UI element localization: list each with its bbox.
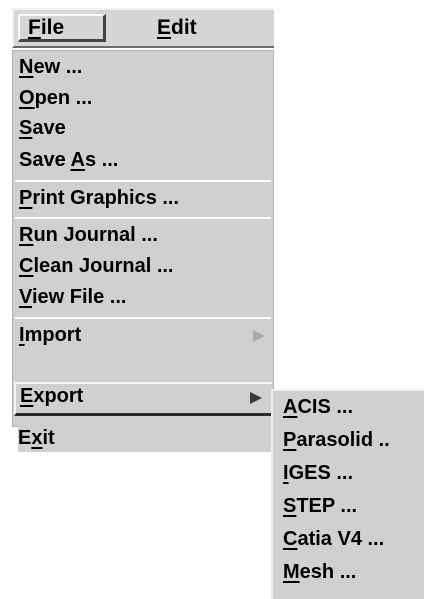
menu-item-export[interactable]: Export [20, 382, 83, 410]
submenu-item-label-rest: TEP ... [296, 495, 358, 517]
menu-separator [15, 317, 271, 319]
menu-item-mnemonic: S [19, 117, 33, 139]
menu-item-label-rest: xport [33, 385, 84, 407]
submenu-arrow-icon [250, 392, 262, 404]
menu-item-run-journal[interactable]: Run Journal ... [19, 221, 158, 249]
menu-item-label-rest: pen ... [34, 87, 93, 109]
submenu-item-mnemonic: C [283, 528, 298, 550]
submenu-item-mnemonic: P [283, 429, 297, 451]
menu-item-save-as[interactable]: Save As ... [19, 146, 118, 174]
file-menu: New ... Open ... Save Save As ... Print … [12, 50, 274, 427]
menubar-file-rest: ile [40, 16, 65, 39]
submenu-item-catia-v4[interactable]: Catia V4 ... [283, 525, 384, 553]
submenu-item-label-rest: GES ... [288, 462, 354, 484]
submenu-item-mnemonic: A [283, 396, 298, 418]
submenu-item-mnemonic: S [283, 495, 297, 517]
submenu-item-label-rest: arasolid .. [296, 429, 390, 451]
menu-item-print-graphics[interactable]: Print Graphics ... [19, 184, 179, 212]
menu-item-label-rest: lean Journal ... [33, 255, 174, 277]
menu-item-label-rest: un Journal ... [33, 224, 158, 246]
menu-item-mnemonic: R [19, 224, 34, 246]
menu-item-label-rest: iew File ... [31, 286, 127, 308]
menu-separator [15, 180, 271, 182]
submenu-item-iges[interactable]: IGES ... [283, 459, 353, 487]
export-submenu: ACIS ... Parasolid .. IGES ... STEP ... … [271, 389, 424, 599]
menu-item-mnemonic: O [19, 87, 35, 109]
menu-item-open[interactable]: Open ... [19, 84, 92, 112]
menu-item-mnemonic: P [19, 187, 33, 209]
menubar-file[interactable]: File [18, 14, 106, 42]
menubar-edit-rest: dit [171, 16, 197, 39]
submenu-item-step[interactable]: STEP ... [283, 492, 357, 520]
menu-item-new[interactable]: New ... [19, 53, 82, 81]
submenu-item-acis[interactable]: ACIS ... [283, 393, 353, 421]
menu-item-label-rest: ew ... [33, 56, 83, 78]
menu-item-import[interactable]: Import [19, 321, 269, 349]
menu-item-export-active[interactable]: Export [14, 382, 272, 416]
menu-item-label-rest: it [42, 427, 55, 449]
menubar: File Edit [12, 8, 274, 48]
menubar-edit[interactable]: Edit [149, 14, 205, 42]
menu-item-exit[interactable]: Exit [18, 424, 274, 452]
menu-item-mnemonic: N [19, 56, 34, 78]
menu-item-mnemonic: E [20, 385, 34, 407]
menu-separator [15, 217, 271, 219]
menubar-edit-mnemonic: E [157, 16, 172, 39]
submenu-item-mnemonic: M [283, 561, 300, 583]
menu-item-mnemonic: V [19, 286, 32, 308]
menu-item-save[interactable]: Save [19, 114, 66, 142]
menu-item-clean-journal[interactable]: Clean Journal ... [19, 252, 174, 280]
submenu-item-label-rest: atia V4 ... [297, 528, 385, 550]
submenu-item-parasolid[interactable]: Parasolid .. [283, 426, 390, 454]
menu-item-label-pre: E [18, 427, 32, 449]
menubar-file-mnemonic: F [28, 16, 41, 39]
menu-item-label-rest: rint Graphics ... [32, 187, 180, 209]
menu-item-mnemonic: A [70, 149, 85, 171]
menu-item-label-rest: ave [32, 117, 66, 139]
menu-item-label-rest: s ... [84, 149, 119, 171]
submenu-item-label-rest: esh ... [299, 561, 357, 583]
menu-item-view-file[interactable]: View File ... [19, 283, 126, 311]
submenu-arrow-icon [253, 330, 265, 342]
menu-item-label-pre: Save [19, 149, 71, 171]
menu-item-mnemonic: x [31, 427, 43, 449]
submenu-item-label-rest: CIS ... [297, 396, 354, 418]
submenu-item-mesh[interactable]: Mesh ... [283, 558, 356, 586]
menu-item-label-rest: mport [24, 324, 82, 346]
menu-item-mnemonic: C [19, 255, 34, 277]
